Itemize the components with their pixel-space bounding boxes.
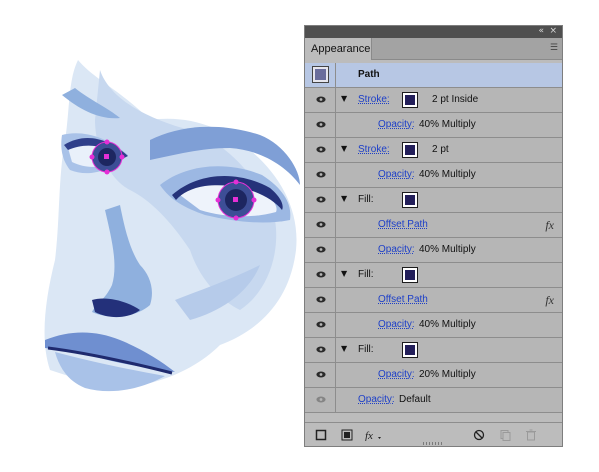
tab-appearance[interactable]: Appearance [305,38,372,60]
appearance-rows: Path ▼ Stroke: 2 pt Inside Opacity: 40% Multi… [305,63,562,413]
stroke-row[interactable]: ▼ Stroke: 2 pt Inside [305,88,562,113]
fill-row[interactable]: ▼ Fill: [305,188,562,213]
disclosure-triangle-icon[interactable]: ▼ [341,144,347,153]
disclosure-triangle-icon[interactable]: ▼ [341,344,347,353]
visibility-eye-icon[interactable] [316,296,326,303]
fill-color-swatch[interactable] [402,192,418,208]
offset-path-link[interactable]: Offset Path [378,219,428,230]
eye-cell [305,63,336,87]
delete-item-icon[interactable] [525,429,537,441]
visibility-eye-icon[interactable] [316,221,326,228]
visibility-eye-icon[interactable] [316,146,326,153]
stroke-link[interactable]: Stroke: [358,94,390,105]
fill-row[interactable]: ▼ Fill: [305,338,562,363]
effect-row[interactable]: Offset Path fx [305,288,562,313]
eye-cell [305,263,336,287]
visibility-eye-icon[interactable] [316,121,326,128]
add-stroke-icon[interactable] [315,429,327,441]
eye-cell [305,138,336,162]
fx-icon[interactable]: fx [545,218,554,233]
effect-row[interactable]: Offset Path fx [305,213,562,238]
svg-text:fx: fx [365,430,373,441]
disclosure-triangle-icon[interactable]: ▼ [341,94,347,103]
opacity-row[interactable]: Opacity: 40% Multiply [305,313,562,338]
fill-label: Fill: [358,194,374,205]
eye-cell [305,363,336,387]
opacity-link[interactable]: Opacity: [358,394,395,405]
visibility-eye-icon[interactable] [316,346,326,353]
opacity-value: 20% Multiply [419,369,476,380]
visibility-eye-icon[interactable] [316,371,326,378]
opacity-row[interactable]: Opacity: 40% Multiply [305,113,562,138]
opacity-value: 40% Multiply [419,119,476,130]
opacity-link[interactable]: Opacity: [378,369,415,380]
fx-icon[interactable]: fx [545,293,554,308]
eye-cell [305,388,336,412]
eye-cell [305,313,336,337]
stroke-row[interactable]: ▼ Stroke: 2 pt [305,138,562,163]
eye-cell [305,338,336,362]
disclosure-triangle-icon[interactable]: ▼ [341,194,347,203]
path-thumbnail-icon [312,66,329,83]
opacity-link[interactable]: Opacity: [378,244,415,255]
fill-label: Fill: [358,344,374,355]
panel-tab-bar: Appearance ☰ [305,38,562,60]
opacity-link[interactable]: Opacity: [378,169,415,180]
resize-grip[interactable] [423,442,443,445]
offset-path-link[interactable]: Offset Path [378,294,428,305]
fill-label: Fill: [358,269,374,280]
visibility-eye-icon[interactable] [316,96,326,103]
eye-cell [305,288,336,312]
close-icon[interactable]: × [549,25,557,37]
add-fill-icon[interactable] [341,429,353,441]
stroke-color-swatch[interactable] [402,92,418,108]
fx-menu-icon[interactable]: fx [365,429,383,441]
opacity-link[interactable]: Opacity: [378,319,415,330]
opacity-row[interactable]: Opacity: 40% Multiply [305,163,562,188]
stroke-value[interactable]: 2 pt Inside [432,94,478,105]
stroke-link[interactable]: Stroke: [358,144,390,155]
eye-cell [305,213,336,237]
fill-color-swatch[interactable] [402,342,418,358]
path-label: Path [358,69,380,80]
visibility-eye-icon[interactable] [316,271,326,278]
panel-menu-icon[interactable]: ☰ [544,42,558,54]
panel-title-bar[interactable]: « × [305,26,562,38]
stroke-value[interactable]: 2 pt [432,144,449,155]
appearance-panel: « × Appearance ☰ Path ▼ Stroke: 2 pt Inside… [304,25,563,447]
eye-cell [305,113,336,137]
eye-cell [305,188,336,212]
face-artwork[interactable] [0,0,320,472]
visibility-eye-icon[interactable] [316,321,326,328]
visibility-eye-icon[interactable] [316,196,326,203]
stroke-color-swatch[interactable] [402,142,418,158]
disclosure-triangle-icon[interactable]: ▼ [341,269,347,278]
path-header-row[interactable]: Path [305,63,562,88]
opacity-row[interactable]: Opacity: 20% Multiply [305,363,562,388]
double-chevron-left-icon[interactable]: « [538,25,544,37]
opacity-value: 40% Multiply [419,169,476,180]
opacity-value: 40% Multiply [419,319,476,330]
eye-cell [305,163,336,187]
fill-color-swatch[interactable] [402,267,418,283]
opacity-value: Default [399,394,431,405]
duplicate-item-icon[interactable] [499,429,511,441]
panel-footer: fx [305,422,562,446]
eye-cell [305,88,336,112]
opacity-value: 40% Multiply [419,244,476,255]
default-opacity-row[interactable]: Opacity: Default [305,388,562,413]
opacity-row[interactable]: Opacity: 40% Multiply [305,238,562,263]
opacity-link[interactable]: Opacity: [378,119,415,130]
visibility-eye-icon[interactable] [316,396,326,403]
visibility-eye-icon[interactable] [316,171,326,178]
eye-cell [305,238,336,262]
fill-row[interactable]: ▼ Fill: [305,263,562,288]
clear-appearance-icon[interactable] [473,429,485,441]
visibility-eye-icon[interactable] [316,246,326,253]
